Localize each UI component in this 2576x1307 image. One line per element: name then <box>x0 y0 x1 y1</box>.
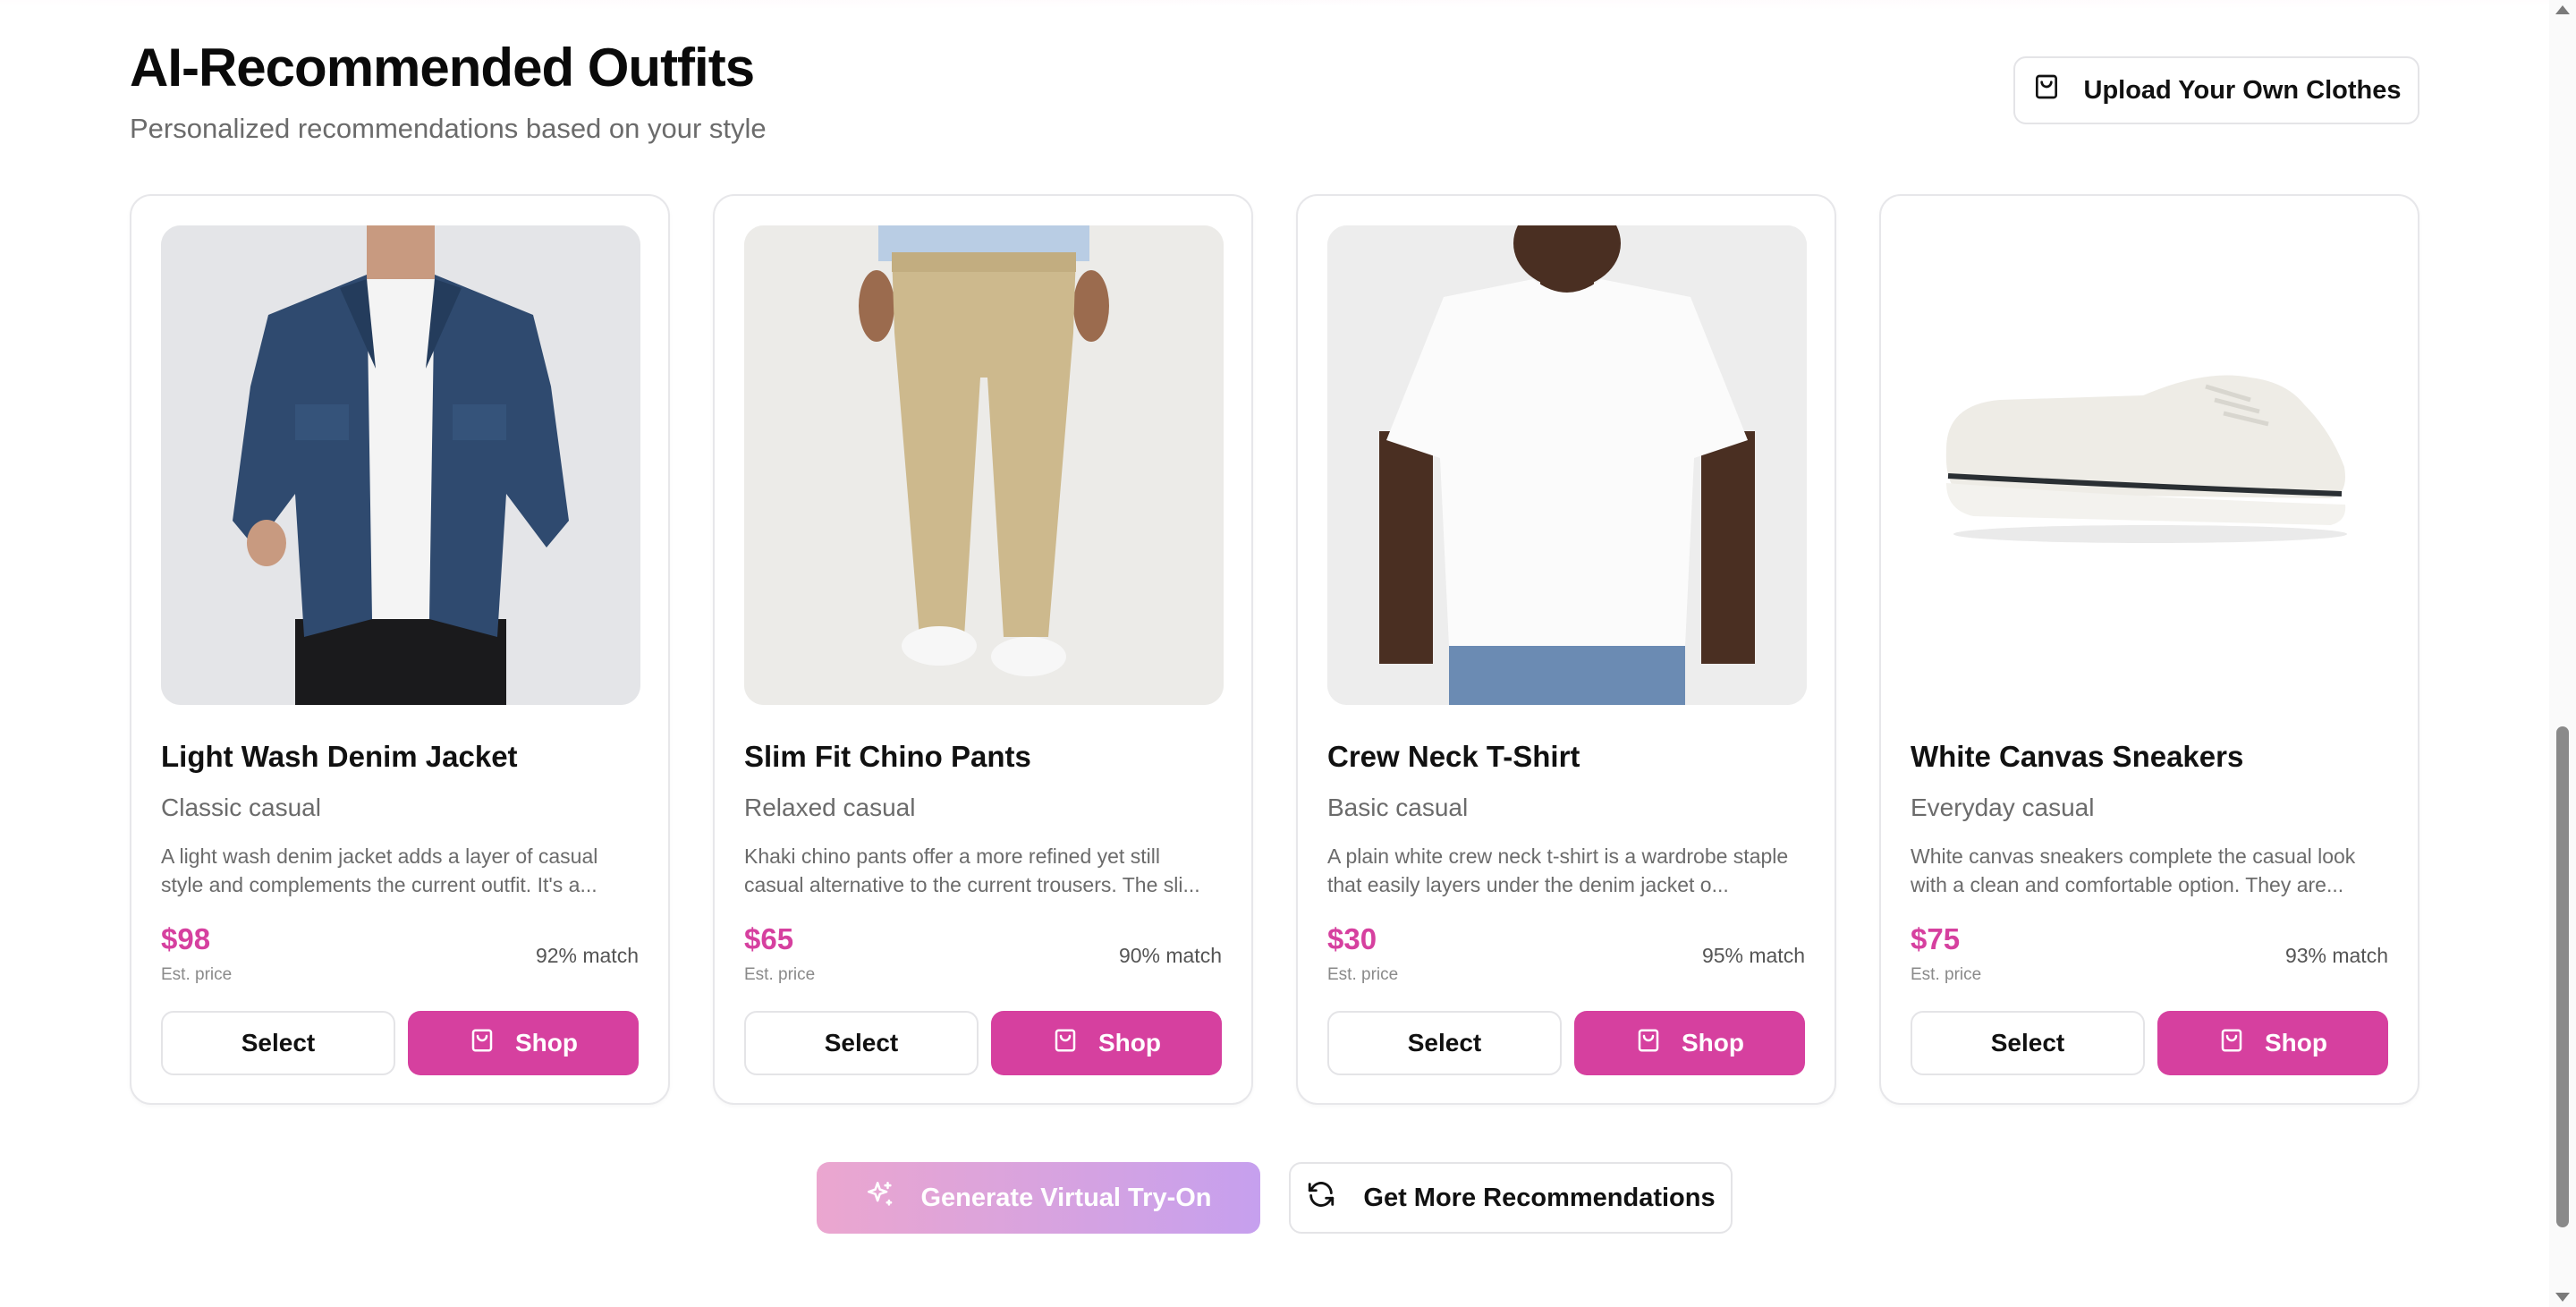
generate-virtual-try-on-button[interactable]: Generate Virtual Try-On <box>817 1162 1260 1234</box>
match-score: 95% match <box>1701 944 1805 967</box>
get-more-recommendations-button[interactable]: Get More Recommendations <box>1289 1162 1733 1234</box>
shop-button[interactable]: Shop <box>2157 1011 2388 1075</box>
bottom-actions: Generate Virtual Try-On Get More Recomme… <box>0 1162 2549 1234</box>
item-name: Slim Fit Chino Pants <box>744 740 1031 773</box>
item-style: Everyday casual <box>1911 794 2095 821</box>
outfit-card: Crew Neck T-Shirt Basic casual A plain w… <box>1296 194 1836 1105</box>
shopping-bag-icon <box>1635 1027 1662 1060</box>
page: AI-Recommended Outfits Personalized reco… <box>0 0 2576 1307</box>
outfit-card: White Canvas Sneakers Everyday casual Wh… <box>1879 194 2419 1105</box>
item-price: $30 <box>1327 922 1377 955</box>
price-label: Est. price <box>161 965 233 984</box>
item-description: A light wash denim jacket adds a layer o… <box>161 844 598 896</box>
select-button[interactable]: Select <box>744 1011 979 1075</box>
chino-pants-photo <box>744 225 1224 705</box>
denim-jacket-photo <box>161 225 640 705</box>
match-score: 93% match <box>2284 944 2388 967</box>
scrollbar-thumb[interactable] <box>2556 726 2569 1227</box>
shop-button-label: Shop <box>2265 1029 2327 1057</box>
item-style: Relaxed casual <box>744 794 916 821</box>
item-name: Light Wash Denim Jacket <box>161 740 518 773</box>
shopping-bag-icon <box>469 1027 496 1060</box>
select-button[interactable]: Select <box>1327 1011 1562 1075</box>
vertical-scrollbar[interactable] <box>2549 0 2576 1307</box>
generate-button-label: Generate Virtual Try-On <box>920 1183 1212 1212</box>
tshirt-photo <box>1327 225 1807 705</box>
outfit-card: Slim Fit Chino Pants Relaxed casual Khak… <box>713 194 1253 1105</box>
match-score: 92% match <box>535 944 639 967</box>
shop-button-label: Shop <box>1098 1029 1161 1057</box>
item-description: White canvas sneakers complete the casua… <box>1911 844 2356 896</box>
scroll-up-arrow-icon[interactable] <box>2555 5 2570 14</box>
outfit-card: Light Wash Denim Jacket Classic casual A… <box>130 194 670 1105</box>
select-button[interactable]: Select <box>161 1011 395 1075</box>
select-button[interactable]: Select <box>1911 1011 2145 1075</box>
scroll-down-arrow-icon[interactable] <box>2555 1293 2570 1302</box>
item-description: Khaki chino pants offer a more refined y… <box>744 844 1200 896</box>
shop-button-label: Shop <box>515 1029 578 1057</box>
shop-button[interactable]: Shop <box>408 1011 639 1075</box>
item-name: Crew Neck T-Shirt <box>1327 740 1580 773</box>
recommendation-grid: Light Wash Denim Jacket Classic casual A… <box>130 194 2419 1105</box>
shopping-bag-icon <box>1052 1027 1079 1060</box>
more-button-label: Get More Recommendations <box>1363 1183 1716 1212</box>
match-score: 90% match <box>1118 944 1222 967</box>
item-price: $65 <box>744 922 794 955</box>
price-label: Est. price <box>744 965 816 984</box>
shop-button[interactable]: Shop <box>991 1011 1222 1075</box>
shopping-bag-icon <box>2032 72 2061 108</box>
item-name: White Canvas Sneakers <box>1911 740 2244 773</box>
sneakers-photo <box>1911 225 2390 705</box>
shop-button-label: Shop <box>1682 1029 1744 1057</box>
item-style: Classic casual <box>161 794 321 821</box>
sparkles-icon <box>865 1179 895 1217</box>
refresh-icon <box>1306 1179 1336 1217</box>
shopping-bag-icon <box>2218 1027 2245 1060</box>
item-price: $75 <box>1911 922 1961 955</box>
price-label: Est. price <box>1327 965 1399 984</box>
item-style: Basic casual <box>1327 794 1469 821</box>
shop-button[interactable]: Shop <box>1574 1011 1805 1075</box>
price-label: Est. price <box>1911 965 1982 984</box>
item-description: A plain white crew neck t-shirt is a war… <box>1327 844 1789 896</box>
upload-button-label: Upload Your Own Clothes <box>2083 75 2402 105</box>
top-glow-decoration <box>0 0 2549 18</box>
upload-own-clothes-button[interactable]: Upload Your Own Clothes <box>2013 56 2419 124</box>
item-price: $98 <box>161 922 211 955</box>
